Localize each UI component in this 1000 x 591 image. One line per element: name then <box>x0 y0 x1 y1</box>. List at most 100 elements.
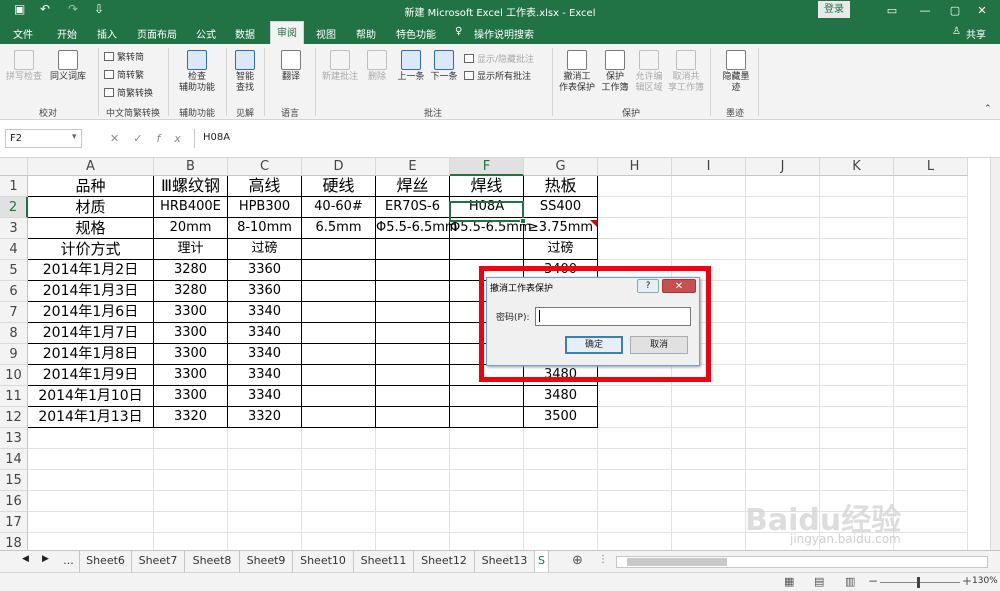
row-header-11[interactable]: 11 <box>0 386 28 407</box>
column-header-j[interactable]: J <box>746 158 820 176</box>
cell-f4[interactable] <box>450 239 524 260</box>
cell-c13[interactable] <box>228 428 302 449</box>
cell-g11[interactable]: 3480 <box>524 386 598 407</box>
cell-i4[interactable] <box>672 239 746 260</box>
cell-j5[interactable] <box>746 260 820 281</box>
cell-l7[interactable] <box>894 302 968 323</box>
tell-me-search[interactable]: 操作说明搜索 <box>474 26 534 41</box>
cell-j4[interactable] <box>746 239 820 260</box>
tab-review[interactable]: 审阅 <box>270 21 304 44</box>
cell-c6[interactable]: 3360 <box>228 281 302 302</box>
share-button[interactable]: 共享 <box>966 26 986 41</box>
cell-c4[interactable]: 过磅 <box>228 239 302 260</box>
cell-c12[interactable]: 3320 <box>228 407 302 428</box>
cell-a17[interactable] <box>28 512 154 533</box>
cell-a9[interactable]: 2014年1月8日 <box>28 344 154 365</box>
cell-k9[interactable] <box>820 344 894 365</box>
row-header-18[interactable]: 18 <box>0 533 28 550</box>
cell-c11[interactable]: 3340 <box>228 386 302 407</box>
cell-l3[interactable] <box>894 218 968 239</box>
cell-d9[interactable] <box>302 344 376 365</box>
cell-h4[interactable] <box>598 239 672 260</box>
cell-a8[interactable]: 2014年1月7日 <box>28 323 154 344</box>
spell-check-button[interactable]: 拼写检查 <box>5 50 43 83</box>
cell-b2[interactable]: HRB400E <box>154 197 228 218</box>
unshare-workbook-button[interactable]: 取消共 享工作簿 <box>666 50 706 94</box>
cell-e8[interactable] <box>376 323 450 344</box>
cell-l16[interactable] <box>894 491 968 512</box>
cell-j15[interactable] <box>746 470 820 491</box>
cell-i10[interactable] <box>672 365 746 386</box>
login-button[interactable]: 登录 <box>818 1 850 18</box>
zoom-slider-thumb[interactable] <box>917 577 920 588</box>
cell-l1[interactable] <box>894 176 968 197</box>
cell-b14[interactable] <box>154 449 228 470</box>
protect-workbook-button[interactable]: 保护 工作簿 <box>598 50 632 94</box>
cell-d14[interactable] <box>302 449 376 470</box>
cell-c17[interactable] <box>228 512 302 533</box>
sheet-tab[interactable]: Sheet7 <box>132 551 185 573</box>
scroll-right-icon[interactable]: ▶ <box>42 554 49 564</box>
row-header-5[interactable]: 5 <box>0 260 28 281</box>
cell-g17[interactable] <box>524 512 598 533</box>
vertical-scrollbar[interactable] <box>990 158 1000 550</box>
row-header-9[interactable]: 9 <box>0 344 28 365</box>
zoom-slider[interactable] <box>880 582 960 583</box>
cell-l2[interactable] <box>894 197 968 218</box>
cell-b8[interactable]: 3300 <box>154 323 228 344</box>
zoom-in-icon[interactable]: + <box>962 574 972 588</box>
sheet-tab[interactable]: Sheet10 <box>293 551 354 573</box>
tab-page-layout[interactable]: 页面布局 <box>137 26 177 41</box>
cell-e11[interactable] <box>376 386 450 407</box>
cell-l8[interactable] <box>894 323 968 344</box>
cell-f13[interactable] <box>450 428 524 449</box>
cell-c18[interactable] <box>228 533 302 550</box>
cell-a10[interactable]: 2014年1月9日 <box>28 365 154 386</box>
cell-l15[interactable] <box>894 470 968 491</box>
page-break-view-icon[interactable]: ▥ <box>845 575 855 588</box>
cell-k11[interactable] <box>820 386 894 407</box>
cell-j10[interactable] <box>746 365 820 386</box>
column-header-l[interactable]: L <box>894 158 968 176</box>
tab-formulas[interactable]: 公式 <box>196 26 216 41</box>
cell-a13[interactable] <box>28 428 154 449</box>
cell-k14[interactable] <box>820 449 894 470</box>
cell-d4[interactable] <box>302 239 376 260</box>
cell-k12[interactable] <box>820 407 894 428</box>
cell-k13[interactable] <box>820 428 894 449</box>
cell-a6[interactable]: 2014年1月3日 <box>28 281 154 302</box>
cell-f16[interactable] <box>450 491 524 512</box>
sheet-tab[interactable]: Sheet11 <box>354 551 414 573</box>
cell-e1[interactable]: 焊丝 <box>376 176 450 197</box>
cell-h18[interactable] <box>598 533 672 550</box>
row-header-13[interactable]: 13 <box>0 428 28 449</box>
cell-j6[interactable] <box>746 281 820 302</box>
cell-e7[interactable] <box>376 302 450 323</box>
cell-l13[interactable] <box>894 428 968 449</box>
cell-c3[interactable]: 8-10mm <box>228 218 302 239</box>
cell-g16[interactable] <box>524 491 598 512</box>
cell-e6[interactable] <box>376 281 450 302</box>
cell-h10[interactable] <box>598 365 672 386</box>
more-sheets-left[interactable]: ... <box>58 551 80 573</box>
cell-d7[interactable] <box>302 302 376 323</box>
chinese-conversion-button[interactable]: 简繁转换 <box>104 86 153 99</box>
row-header-7[interactable]: 7 <box>0 302 28 323</box>
cell-f2[interactable]: H08A <box>450 197 524 218</box>
cell-g10[interactable]: 3480 <box>524 365 598 386</box>
cell-d11[interactable] <box>302 386 376 407</box>
horizontal-scrollbar[interactable] <box>616 556 988 568</box>
cell-c16[interactable] <box>228 491 302 512</box>
cell-b4[interactable]: 理计 <box>154 239 228 260</box>
cell-d12[interactable] <box>302 407 376 428</box>
cell-j14[interactable] <box>746 449 820 470</box>
cell-k8[interactable] <box>820 323 894 344</box>
cell-g2[interactable]: SS400 <box>524 197 598 218</box>
more-options-icon[interactable]: ⋮ <box>598 554 608 565</box>
cell-d2[interactable]: 40-60# <box>302 197 376 218</box>
tab-view[interactable]: 视图 <box>316 26 336 41</box>
cell-l17[interactable] <box>894 512 968 533</box>
cell-h17[interactable] <box>598 512 672 533</box>
enter-icon[interactable]: ✓ <box>133 132 156 145</box>
row-header-17[interactable]: 17 <box>0 512 28 533</box>
